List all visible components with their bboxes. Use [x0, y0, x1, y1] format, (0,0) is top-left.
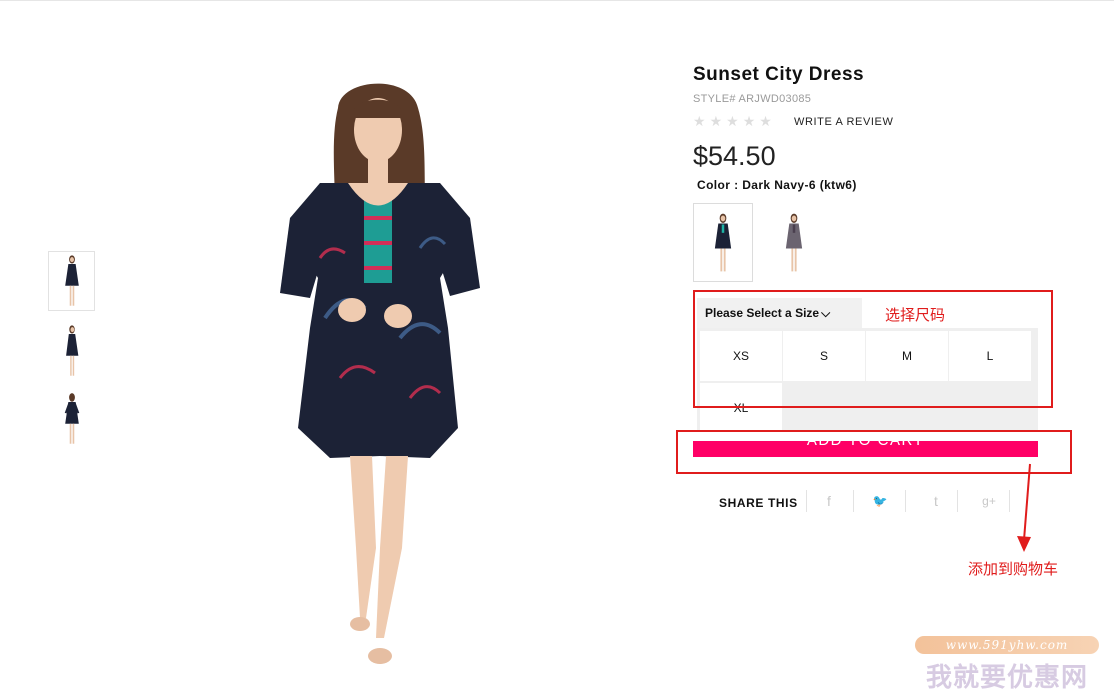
color-label: Color : Dark Navy-6 (ktw6)	[697, 178, 857, 192]
share-divider	[957, 490, 958, 512]
watermark-url: www.591yhw.com	[915, 636, 1099, 654]
thumbnail-back[interactable]	[48, 389, 95, 449]
facebook-icon[interactable]: f	[819, 492, 839, 510]
star-icon: ★	[709, 113, 723, 129]
product-title: Sunset City Dress	[693, 64, 865, 85]
cart-annotation-text: 添加到购物车	[968, 560, 1059, 578]
thumbnail-front-image	[64, 255, 79, 306]
size-annotation-box	[693, 290, 1053, 408]
rating-stars: ★ ★ ★ ★ ★	[693, 114, 772, 128]
share-label: SHARE THIS	[719, 496, 798, 510]
star-icon: ★	[726, 113, 739, 129]
star-icon: ★	[693, 113, 706, 129]
thumbnail-side[interactable]	[48, 321, 95, 381]
top-divider	[0, 0, 1114, 1]
annotation-arrow-icon	[1017, 463, 1031, 552]
cart-annotation-box	[676, 430, 1072, 474]
google-plus-icon[interactable]: g+	[979, 492, 999, 510]
swatch-dark-navy-image	[714, 213, 732, 271]
twitter-icon[interactable]: 🐦	[870, 492, 890, 510]
thumbnail-side-image	[65, 325, 78, 376]
swatch-alt-image	[785, 213, 803, 271]
main-product-image	[280, 83, 480, 664]
size-annotation-text: 选择尺码	[885, 306, 946, 324]
star-icon: ★	[742, 113, 756, 129]
style-number: STYLE# ARJWD03085	[693, 93, 812, 105]
share-divider	[905, 490, 906, 512]
product-price: $54.50	[693, 141, 776, 171]
share-divider	[853, 490, 854, 512]
color-swatch-dark-navy[interactable]	[693, 203, 753, 282]
watermark-logo: 我就要优惠网	[925, 663, 1088, 693]
share-divider	[1009, 490, 1010, 512]
share-divider	[806, 490, 807, 512]
tumblr-icon[interactable]: t	[926, 492, 946, 510]
color-swatch-alt[interactable]	[764, 203, 824, 282]
star-icon: ★	[759, 113, 772, 129]
thumbnail-back-image	[64, 393, 79, 444]
thumbnail-front[interactable]	[48, 251, 95, 311]
write-review-link[interactable]: WRITE A REVIEW	[794, 116, 893, 128]
